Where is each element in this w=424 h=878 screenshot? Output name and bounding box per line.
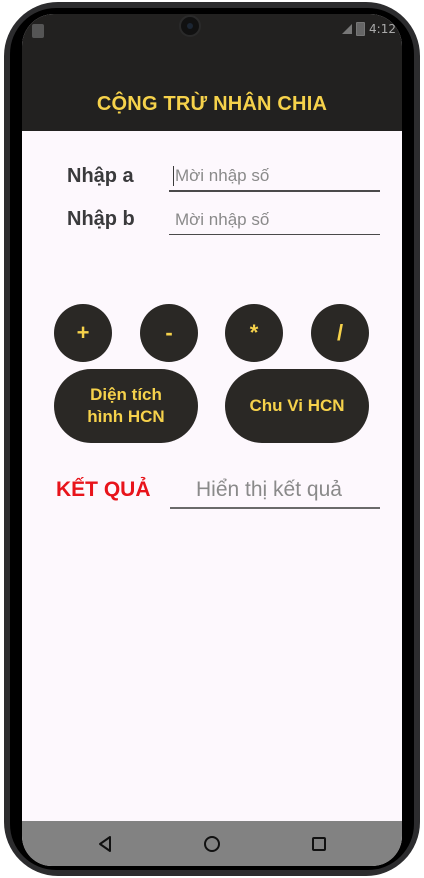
input-b-field[interactable] — [169, 206, 380, 235]
app-bar: CỘNG TRỪ NHÂN CHIA — [22, 50, 402, 131]
input-b[interactable] — [169, 206, 380, 234]
text-cursor — [173, 166, 174, 186]
result-label: KẾT QUẢ — [56, 478, 151, 501]
phone-screen: 4:12 CỘNG TRỪ NHÂN CHIA Nhập a Nhập b + … — [22, 14, 402, 866]
label-input-a: Nhập a — [67, 165, 134, 187]
input-a[interactable] — [169, 162, 380, 190]
status-time: 4:12 — [369, 22, 396, 36]
subtract-button[interactable]: - — [140, 304, 198, 362]
front-camera — [179, 15, 201, 37]
perimeter-rectangle-button[interactable]: Chu Vi HCN — [225, 369, 369, 443]
home-circle-icon[interactable] — [202, 834, 222, 854]
device-frame: 4:12 CỘNG TRỪ NHÂN CHIA Nhập a Nhập b + … — [0, 0, 424, 878]
input-a-field[interactable] — [169, 162, 380, 192]
status-icons: 4:12 — [342, 22, 396, 36]
divide-button[interactable]: / — [311, 304, 369, 362]
navigation-bar — [22, 821, 402, 866]
back-triangle-icon[interactable] — [96, 834, 116, 854]
main-content: Nhập a Nhập b + - * / Diện tích hình HCN… — [22, 131, 402, 821]
label-input-b: Nhập b — [67, 208, 135, 230]
multiply-button[interactable]: * — [225, 304, 283, 362]
area-rectangle-button[interactable]: Diện tích hình HCN — [54, 369, 198, 443]
add-button[interactable]: + — [54, 304, 112, 362]
signal-icon — [342, 24, 353, 34]
battery-icon — [356, 22, 366, 36]
result-field: Hiển thị kết quả — [170, 475, 380, 509]
app-title: CỘNG TRỪ NHÂN CHIA — [96, 93, 328, 115]
status-bar: 4:12 — [22, 14, 402, 50]
area-button-line2: hình HCN — [87, 407, 165, 426]
sim-icon — [32, 24, 44, 38]
result-placeholder: Hiển thị kết quả — [196, 478, 342, 501]
recents-square-icon[interactable] — [309, 834, 329, 854]
area-button-label: Diện tích hình HCN — [87, 384, 164, 428]
area-button-line1: Diện tích — [90, 385, 162, 404]
